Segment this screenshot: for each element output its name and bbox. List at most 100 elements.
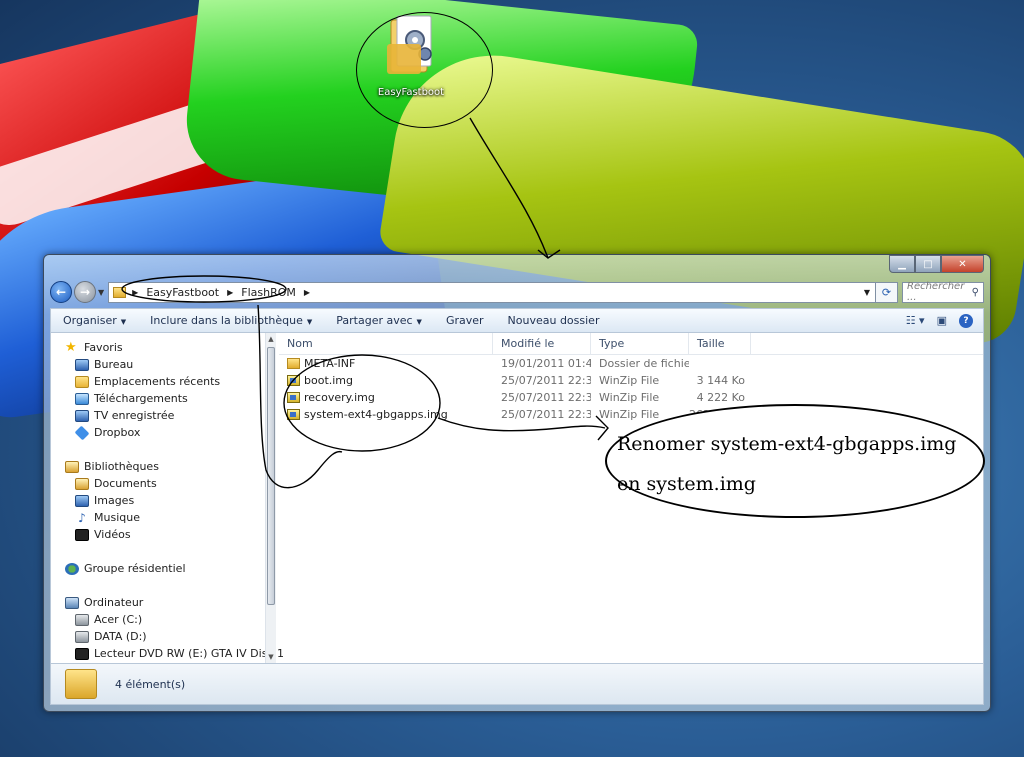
breadcrumb-flashrom[interactable]: FlashROM (235, 286, 302, 299)
sidebar-homegroup[interactable]: Groupe résidentiel (51, 560, 276, 577)
sidebar-item-images[interactable]: Images (51, 492, 276, 509)
sidebar-label: Bibliothèques (84, 460, 159, 473)
desktop-icon-label: EasyFastboot (377, 87, 445, 98)
new-folder-button[interactable]: Nouveau dossier (496, 314, 612, 327)
window-controls: ▁ □ ✕ (889, 255, 984, 273)
organize-button[interactable]: Organiser ▼ (51, 314, 138, 327)
sidebar-label: Dropbox (94, 426, 141, 439)
sidebar-spacer (51, 577, 276, 594)
command-bar: Organiser ▼ Inclure dans la bibliothèque ▼… (50, 308, 984, 333)
view-options-icon[interactable]: ☷ ▾ (906, 314, 925, 327)
address-dropdown[interactable]: ▼ (859, 288, 875, 297)
close-button[interactable]: ✕ (941, 255, 984, 273)
sidebar-item-bureau[interactable]: Bureau (51, 356, 276, 373)
share-label: Partager avec (336, 314, 413, 327)
file-type: WinZip File (599, 391, 660, 404)
column-size[interactable]: Taille (689, 333, 751, 354)
sidebar-spacer (51, 543, 276, 560)
sidebar-spacer (51, 441, 276, 458)
sidebar-item-drive-c[interactable]: Acer (C:) (51, 611, 276, 628)
arrow-right-icon: → (79, 285, 91, 299)
sidebar-label: Emplacements récents (94, 375, 221, 388)
help-icon[interactable]: ? (959, 313, 973, 328)
sidebar-label: Images (94, 494, 135, 507)
file-row-boot[interactable]: boot.img 25/07/2011 22:30 WinZip File 3 … (279, 372, 983, 389)
address-bar[interactable]: ▶ EasyFastboot ▶ FlashROM ▶ ▼ (108, 281, 876, 303)
homegroup-icon (65, 562, 79, 575)
details-pane: 4 élément(s) (50, 663, 984, 705)
minimize-button[interactable]: ▁ (889, 255, 915, 273)
sidebar-label: Groupe résidentiel (84, 562, 186, 575)
file-name: META-INF (304, 357, 356, 370)
back-button[interactable]: ← (50, 281, 72, 303)
desktop-icon-easyfastboot[interactable]: EasyFastboot (370, 14, 452, 98)
chevron-right-icon: ▶ (132, 287, 139, 297)
breadcrumb-easyfastboot[interactable]: EasyFastboot (140, 286, 225, 299)
sidebar-item-music[interactable]: ♪ Musique (51, 509, 276, 526)
share-button[interactable]: Partager avec ▼ (324, 314, 434, 327)
item-count: 4 élément(s) (115, 677, 186, 691)
desktop-icon (75, 358, 89, 371)
sidebar-label: Musique (94, 511, 140, 524)
navigation-bar: ← → ▼ ▶ EasyFastboot ▶ FlashROM ▶ ▼ ⟳ Re… (50, 280, 984, 304)
file-type: WinZip File (599, 374, 660, 387)
archive-file-icon (287, 375, 300, 386)
column-date[interactable]: Modifié le (493, 333, 591, 354)
sidebar-item-documents[interactable]: Documents (51, 475, 276, 492)
file-size: 4 222 Ko (696, 391, 745, 404)
sidebar-libraries[interactable]: Bibliothèques (51, 458, 276, 475)
refresh-button[interactable]: ⟳ (876, 281, 898, 303)
scroll-thumb[interactable] (267, 347, 275, 605)
sidebar-favorites[interactable]: ★ Favoris (51, 339, 276, 356)
computer-icon (65, 596, 79, 609)
caret-down-icon: ▼ (306, 318, 313, 326)
sidebar-item-dropbox[interactable]: Dropbox (51, 424, 276, 441)
folder-icon (287, 358, 300, 369)
search-placeholder: Rechercher ... (907, 281, 965, 303)
scroll-up-arrow-icon[interactable]: ▲ (266, 335, 276, 343)
video-icon (75, 528, 89, 541)
file-row-recovery[interactable]: recovery.img 25/07/2011 22:30 WinZip Fil… (279, 389, 983, 406)
burn-button[interactable]: Graver (434, 314, 496, 327)
search-input[interactable]: Rechercher ... ⚲ (902, 281, 984, 303)
recent-pages-dropdown[interactable]: ▼ (98, 288, 104, 297)
sidebar-item-drive-e[interactable]: Lecteur DVD RW (E:) GTA IV Disc 1 (51, 645, 284, 662)
organize-label: Organiser (63, 314, 117, 327)
file-row-meta-inf[interactable]: META-INF 19/01/2011 01:49 Dossier de fic… (279, 355, 983, 372)
sidebar-label: Ordinateur (84, 596, 144, 609)
sidebar-computer[interactable]: Ordinateur (51, 594, 276, 611)
archive-file-icon (287, 392, 300, 403)
sidebar-item-downloads[interactable]: Téléchargements (51, 390, 276, 407)
annotation-text: Renomer system-ext4-gbgapps.img en syste… (617, 424, 972, 504)
column-name[interactable]: Nom (279, 333, 493, 354)
include-library-label: Inclure dans la bibliothèque (150, 314, 303, 327)
include-library-button[interactable]: Inclure dans la bibliothèque ▼ (138, 314, 324, 327)
sidebar-scrollbar[interactable]: ▲ ▼ (265, 333, 276, 663)
file-name: system-ext4-gbgapps.img (304, 408, 448, 421)
sidebar-label: Téléchargements (94, 392, 188, 405)
column-type[interactable]: Type (591, 333, 689, 354)
maximize-button[interactable]: □ (915, 255, 941, 273)
caret-down-icon: ▼ (120, 318, 127, 326)
sidebar-label: Acer (C:) (94, 613, 143, 626)
sidebar-item-recent[interactable]: Emplacements récents (51, 373, 276, 390)
scroll-down-arrow-icon[interactable]: ▼ (266, 653, 276, 661)
sidebar-item-recorded-tv[interactable]: TV enregistrée (51, 407, 276, 424)
sidebar-item-drive-d[interactable]: DATA (D:) (51, 628, 276, 645)
sidebar-label: Vidéos (94, 528, 131, 541)
file-date: 19/01/2011 01:49 (501, 357, 591, 370)
breadcrumb: ▶ EasyFastboot ▶ FlashROM ▶ (130, 286, 312, 299)
star-icon: ★ (65, 339, 77, 355)
folder-gear-icon (387, 15, 432, 74)
sidebar-item-videos[interactable]: Vidéos (51, 526, 276, 543)
file-type: Dossier de fichiers (599, 357, 689, 370)
search-icon: ⚲ (971, 286, 979, 298)
recent-places-icon (75, 375, 89, 388)
sidebar-label: Documents (94, 477, 157, 490)
forward-button[interactable]: → (74, 281, 96, 303)
file-size: 3 144 Ko (696, 374, 745, 387)
dropbox-icon (74, 425, 90, 440)
preview-pane-icon[interactable]: ▣ (937, 314, 947, 327)
sidebar-label: TV enregistrée (94, 409, 175, 422)
file-date: 25/07/2011 22:30 (501, 408, 591, 421)
